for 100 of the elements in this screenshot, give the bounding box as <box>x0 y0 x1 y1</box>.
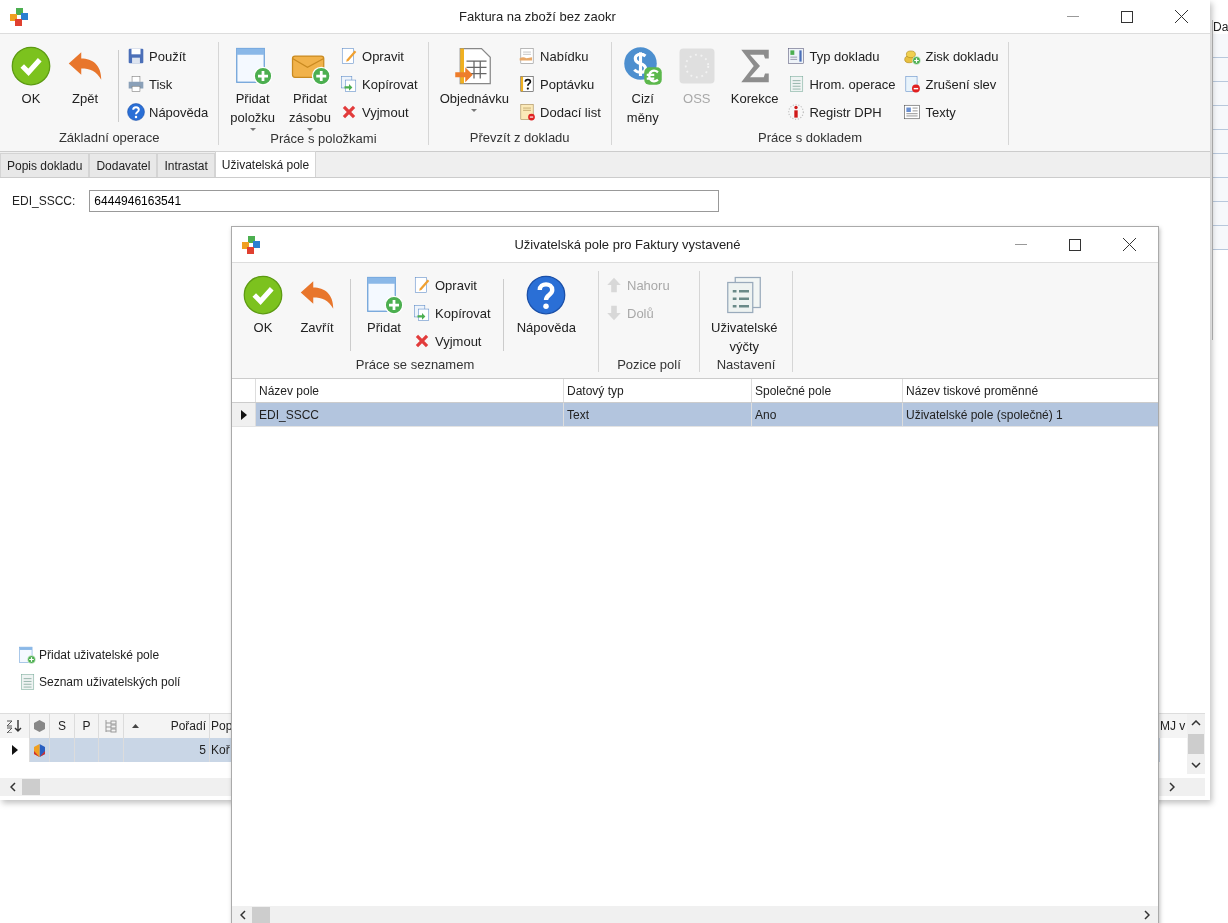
ribbon-button[interactable]: Přidat zásobu <box>284 42 336 131</box>
scrollbar-thumb[interactable] <box>1188 734 1204 754</box>
checkmark-icon <box>11 46 51 86</box>
document-badge-icon <box>518 103 537 121</box>
ribbon-button[interactable]: Kopírovat <box>340 73 422 95</box>
ribbon-button[interactable]: Hrom. operace <box>787 73 900 95</box>
ribbon-button[interactable]: Typ dokladu <box>787 45 900 67</box>
ribbon-button[interactable]: Korekce <box>725 42 784 108</box>
currency-icon <box>622 46 663 86</box>
question-document-icon <box>518 75 537 93</box>
gem-icon <box>34 743 45 757</box>
ribbon-button[interactable]: Objednávku <box>434 42 515 112</box>
input-field[interactable]: 6444946163541 <box>89 190 720 212</box>
ribbon-button[interactable]: Použít <box>127 45 213 67</box>
close-icon[interactable] <box>1123 238 1136 251</box>
tab[interactable]: Intrastat <box>157 153 215 177</box>
tab[interactable]: Popis dokladu <box>0 153 90 177</box>
column-header[interactable]: Datový typ <box>564 379 752 402</box>
link[interactable]: Seznam uživatelských polí <box>39 675 181 689</box>
table-cell: 5 <box>124 738 210 762</box>
ribbon-button[interactable]: Cizí měny <box>617 42 668 127</box>
table-cell: Text <box>564 403 752 426</box>
table-cell: Uživatelské pole (společné) 1 <box>903 403 1158 426</box>
page-plus-icon <box>364 275 404 315</box>
tab[interactable]: Uživatelská pole <box>214 151 317 177</box>
app-logo-icon <box>10 7 28 26</box>
help-icon <box>127 103 145 121</box>
dropdown-caret-icon <box>471 109 478 112</box>
window-title: Uživatelská pole pro Faktury vystavené <box>513 237 742 252</box>
ribbon-button[interactable]: Zavřít <box>292 271 342 337</box>
ribbon-button[interactable]: Nápověda <box>511 271 581 337</box>
tab[interactable]: Dodavatel <box>89 153 158 177</box>
scroll-up-icon[interactable] <box>1191 720 1201 726</box>
document-minus-icon <box>903 75 922 93</box>
cross-icon <box>340 103 358 121</box>
group-label: Převzít z dokladu <box>468 130 571 145</box>
sort-caret-icon <box>132 724 139 728</box>
minimize-icon[interactable] <box>1015 243 1027 246</box>
scroll-left-icon[interactable] <box>240 910 246 920</box>
scrollbar-thumb[interactable] <box>22 779 40 795</box>
column-header[interactable]: Pořadí <box>170 719 206 733</box>
ribbon-button[interactable]: Dodací list <box>518 101 605 123</box>
ribbon-button[interactable]: Zrušení slev <box>903 73 1003 95</box>
ribbon-button[interactable]: Opravit <box>340 45 422 67</box>
page-pencil-icon <box>340 47 358 65</box>
coins-icon <box>903 47 922 65</box>
ribbon-button[interactable]: Zpět <box>60 42 110 108</box>
ribbon-button[interactable]: Uživatelské výčty <box>706 271 783 356</box>
link[interactable]: Přidat uživatelské pole <box>39 648 160 662</box>
cross-icon <box>413 332 431 350</box>
sort-icon[interactable] <box>5 719 24 733</box>
table-row[interactable]: EDI_SSCC Text Ano Uživatelské pole (společné) 1 <box>232 403 1158 427</box>
scrollbar[interactable] <box>1187 714 1205 774</box>
ribbon-button[interactable]: Zisk dokladu <box>903 45 1003 67</box>
close-icon[interactable] <box>1175 10 1188 23</box>
ribbon-button[interactable]: Vyjmout <box>340 101 422 123</box>
maximize-icon[interactable] <box>1121 10 1133 23</box>
column-header[interactable]: Název tiskové proměnné <box>903 379 1158 402</box>
ribbon-button[interactable]: Přidat položku <box>225 42 281 131</box>
ribbon-button[interactable]: Tisk <box>127 73 213 95</box>
scroll-right-icon[interactable] <box>1144 910 1150 920</box>
ribbon-button[interactable]: Kopírovat <box>413 302 495 324</box>
text-document-icon <box>903 103 922 121</box>
scrollbar[interactable] <box>232 906 1158 923</box>
column-header: Da <box>1213 20 1228 34</box>
column-header[interactable]: Společné pole <box>752 379 903 402</box>
minimize-icon[interactable] <box>1067 15 1079 18</box>
group-label: Pozice polí <box>616 357 682 372</box>
info-icon <box>787 103 806 121</box>
arrow-down-icon <box>605 304 623 322</box>
help-icon <box>526 275 567 315</box>
document-icon <box>518 47 537 65</box>
copy-icon <box>340 75 358 93</box>
scroll-down-icon[interactable] <box>1191 762 1201 768</box>
maximize-icon[interactable] <box>1069 238 1081 251</box>
app-logo-icon <box>242 235 260 254</box>
ribbon-button[interactable]: Poptávku <box>518 73 605 95</box>
window-title: Faktura na zboží bez zaokr <box>458 9 617 24</box>
ribbon-button[interactable]: Texty <box>903 101 1003 123</box>
ribbon-button[interactable]: OK <box>6 42 56 108</box>
ribbon-button[interactable]: Vyjmout <box>413 330 495 352</box>
tree-icon <box>104 719 118 733</box>
table-cell: Ano <box>752 403 903 426</box>
field-label: EDI_SSCC: <box>12 194 76 208</box>
dropdown-caret-icon <box>307 128 314 131</box>
scroll-left-icon[interactable] <box>10 782 16 792</box>
ribbon-button[interactable]: Nápověda <box>127 101 213 123</box>
column-header[interactable]: MJ v <box>1160 714 1190 738</box>
ribbon-button[interactable]: Registr DPH <box>787 101 900 123</box>
ribbon-button[interactable]: OK <box>238 271 288 337</box>
ribbon-button[interactable]: Přidat <box>359 271 409 337</box>
printer-icon <box>127 75 145 93</box>
scrollbar-thumb[interactable] <box>252 907 270 923</box>
group-label: Základní operace <box>57 130 161 145</box>
column-header[interactable]: Název pole <box>256 379 564 402</box>
scroll-right-icon[interactable] <box>1169 782 1175 792</box>
ribbon-button[interactable]: Nabídku <box>518 45 605 67</box>
page-plus-icon <box>18 646 36 664</box>
ribbon-button[interactable]: Opravit <box>413 274 495 296</box>
list-icon <box>18 673 36 691</box>
